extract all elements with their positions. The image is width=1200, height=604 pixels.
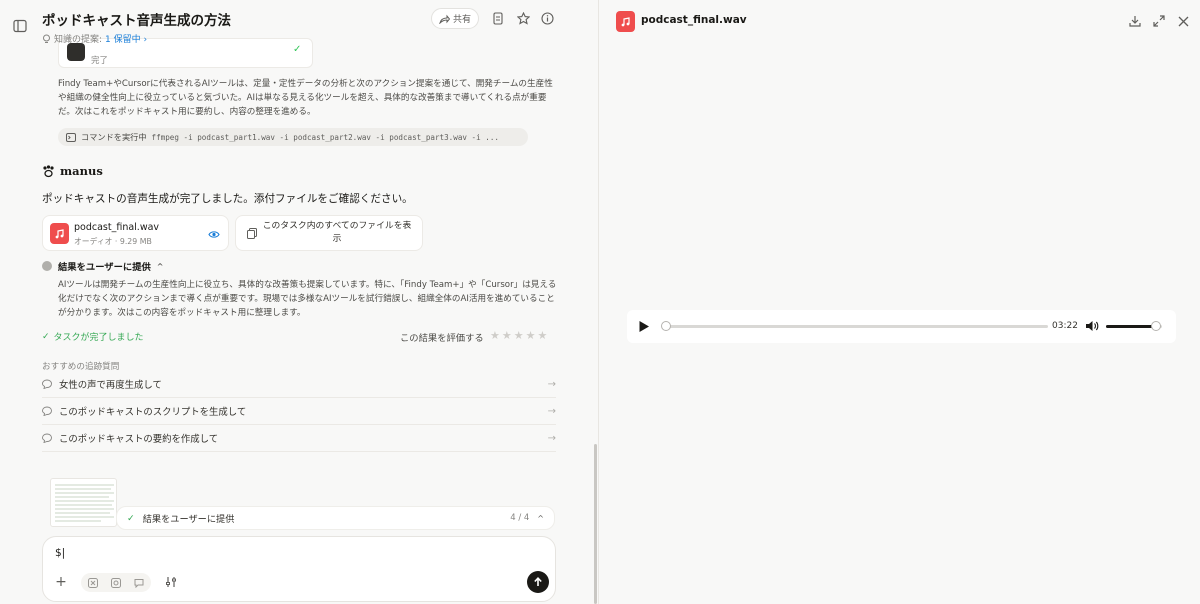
comment-tool-icon[interactable] [134,578,144,588]
share-icon [439,14,450,24]
followup-item[interactable]: このポッドキャストの要約を作成して → [42,425,556,452]
pane-divider[interactable] [598,0,599,604]
play-icon[interactable] [637,319,651,333]
volume-slider-fill [1106,325,1157,328]
rating-star-icon[interactable]: ★ [490,329,500,342]
progress-step-label: 結果をユーザーに提供 [142,514,235,525]
document-icon[interactable] [490,10,506,26]
seek-slider-handle[interactable] [661,321,671,331]
manus-wordmark: manus [60,164,103,178]
chevron-up-icon: ^ [156,261,164,271]
page-title: ポッドキャスト音声生成の方法 [42,13,231,29]
check-icon: ✓ [42,331,50,342]
music-file-icon [616,11,635,32]
lightbulb-icon [42,34,51,44]
sliders-icon[interactable] [163,574,179,590]
plus-icon[interactable]: + [53,574,69,590]
attachment-card[interactable]: podcast_final.wav オーディオ · 9.29 MB [42,215,229,251]
followup-label: このポッドキャストのスクリプトを生成して [59,407,247,418]
result-step-header[interactable]: 結果をユーザーに提供 ^ [42,259,164,273]
assistant-message: ポッドキャストの音声生成が完了しました。添付ファイルをご確認ください。 [42,193,413,205]
attachment-name: podcast_final.wav [74,222,160,233]
followup-label: このポッドキャストの要約を作成して [59,434,219,445]
manus-logo: manus [42,164,103,178]
rating-stars[interactable]: ★ ★ ★ ★ ★ [490,329,547,342]
viewer-file-name: podcast_final.wav [641,14,747,26]
rating-star-icon[interactable]: ★ [526,329,536,342]
duration-label: 03:22 [1052,321,1078,331]
arrow-right-icon: → [547,432,556,444]
message-input[interactable]: $| [55,547,65,559]
download-icon[interactable] [1128,14,1142,28]
close-icon[interactable] [1176,14,1190,28]
suggestion-label: 知識の提案: [54,35,103,45]
grid-tool-icon[interactable] [110,577,121,588]
volume-icon[interactable] [1085,320,1099,332]
manus-paw-icon [42,164,55,178]
followup-label: 女性の声で再度生成して [59,380,162,391]
browser-tool-icon[interactable] [87,577,98,588]
rating-label: この結果を評価する [400,333,484,344]
view-all-files-button[interactable]: このタスク内のすべてのファイルを表示 [235,215,423,251]
knowledge-suggestion[interactable]: 知識の提案: 1 保留中 › [42,32,147,45]
check-icon: ✓ [127,512,135,524]
command-text: ffmpeg -i podcast_part1.wav -i podcast_p… [151,132,499,142]
task-complete-status: ✓ タスクが完了しました [42,330,144,344]
share-button[interactable]: 共有 [431,8,479,29]
terminal-thumbnail[interactable] [50,478,117,527]
command-label: コマンドを実行中 [81,132,147,142]
suggestion-pending-link[interactable]: 1 保留中 › [105,32,147,45]
rating-star-icon[interactable]: ★ [502,329,512,342]
volume-slider[interactable] [1106,321,1162,331]
step-summary-text: Findy Team+やCursorに代表されるAIツールは、定量・定性データの… [58,79,553,117]
chat-bubble-icon [42,406,54,416]
chevron-up-icon[interactable]: ^ [537,514,544,523]
tool-toggles[interactable] [81,573,151,592]
rating-star-icon[interactable]: ★ [538,329,548,342]
message-input-box[interactable]: $| + [42,536,556,602]
music-file-icon [50,223,69,244]
result-text: AIツールは開発チームの生産性向上に役立ち、具体的な改善策も提案しています。特に… [58,280,557,318]
seek-slider[interactable] [661,321,1048,331]
chat-bubble-icon [42,379,54,389]
arrow-right-icon: → [547,405,556,417]
chat-bubble-icon [42,433,54,443]
info-icon[interactable] [539,10,555,26]
chat-pane: 完了 ✓ ポッドキャスト音声生成の方法 知識の提案: 1 保留中 › 共有 Fi… [0,0,598,604]
followup-item[interactable]: 女性の声で再度生成して → [42,371,556,398]
step-status-icon [42,261,52,271]
previous-file-status: 完了 [91,56,109,66]
rating-star-icon[interactable]: ★ [514,329,524,342]
expand-icon[interactable] [1152,14,1166,28]
task-complete-label: タスクが完了しました [53,333,144,343]
file-viewer-pane: podcast_final.wav 03:22 [600,0,1200,604]
audio-player: 03:22 [627,310,1176,343]
command-chip[interactable]: コマンドを実行中 ffmpeg -i podcast_part1.wav -i … [58,128,528,146]
sidebar-toggle-icon[interactable] [10,16,30,36]
star-icon[interactable] [515,10,531,26]
files-icon [246,227,258,239]
eye-icon[interactable] [208,228,220,240]
followup-item[interactable]: このポッドキャストのスクリプトを生成して → [42,398,556,425]
arrow-right-icon: → [547,378,556,390]
attachment-meta: オーディオ · 9.29 MB [74,237,152,246]
result-step-title: 結果をユーザーに提供 [58,262,151,273]
volume-slider-handle[interactable] [1151,321,1162,331]
progress-count: 4 / 4 [510,513,530,523]
scrollbar-thumb[interactable] [594,444,597,604]
share-label: 共有 [452,15,471,25]
terminal-icon [66,132,76,142]
task-progress-bar[interactable]: ✓ 結果をユーザーに提供 4 / 4 ^ [116,506,555,530]
send-button[interactable] [527,571,549,593]
view-all-files-label: このタスク内のすべてのファイルを表示 [262,221,412,244]
